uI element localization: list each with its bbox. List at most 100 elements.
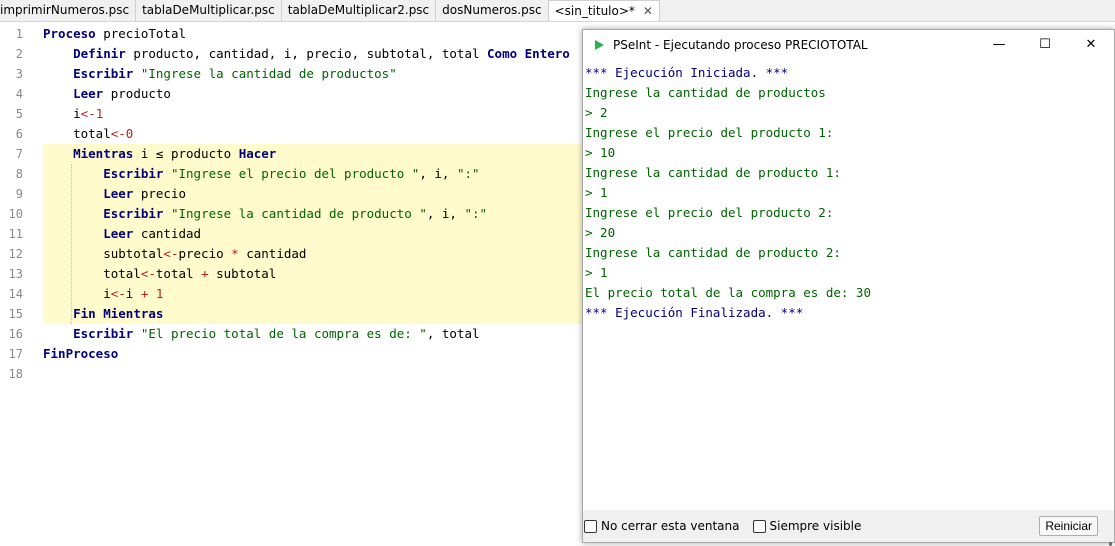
no-cerrar-label: No cerrar esta ventana [601, 519, 740, 533]
line-number: 6 [15, 127, 23, 141]
code-text: Escribir "Ingrese el precio del producto… [43, 164, 480, 184]
code-token: ":" [464, 206, 488, 221]
code-token: i ≤ producto [133, 146, 239, 161]
window-title: PSeInt - Ejecutando proceso PRECIOTOTAL [613, 37, 868, 52]
code-token: <- [163, 246, 179, 261]
code-text: total<-0 [43, 124, 133, 144]
code-text: i<-i + 1 [43, 284, 163, 304]
line-number: 16 [8, 327, 23, 341]
line-number: 18 [8, 367, 23, 381]
console-line: > 1 [585, 185, 608, 200]
code-text: Mientras i ≤ producto Hacer [43, 144, 276, 164]
code-token: + [201, 266, 209, 281]
code-token: <- [80, 106, 96, 121]
code-token: "Ingrese el precio del producto " [170, 166, 420, 181]
console-line: > 20 [585, 225, 616, 240]
code-token: "Ingrese la cantidad de producto " [170, 206, 427, 221]
code-text: i<-1 [43, 104, 103, 124]
line-number: 15 [8, 307, 23, 321]
code-token: total [43, 126, 111, 141]
code-token: subtotal [43, 246, 164, 261]
tab-label: tablaDeMultiplicar2.psc [287, 3, 430, 17]
code-token: Como Entero [487, 46, 570, 61]
tab-label: <sin_titulo>* [554, 4, 635, 18]
code-token: producto [103, 86, 171, 101]
code-token: precio [133, 186, 187, 201]
code-token: 0 [125, 126, 134, 141]
code-text: Escribir "El precio total de la compra e… [43, 324, 479, 344]
tab-sin-titulo[interactable]: <sin_titulo>* ✕ [548, 0, 660, 21]
code-token: total [155, 266, 202, 281]
code-token: 1 [95, 106, 104, 121]
checkbox-icon[interactable] [584, 519, 597, 533]
tab-dosnumeros[interactable]: dosNumeros.psc [436, 0, 549, 21]
line-number: 12 [8, 247, 23, 261]
code-token: i [43, 286, 111, 301]
line-number: 10 [8, 207, 23, 221]
tab-tabladmultiplicar2[interactable]: tablaDeMultiplicar2.psc [282, 0, 437, 21]
code-token: Escribir [103, 206, 164, 221]
console-line: > 1 [585, 265, 608, 280]
code-token: i [43, 106, 81, 121]
siempre-visible-checkbox[interactable]: Siempre visible [752, 519, 861, 533]
checkbox-icon[interactable] [752, 519, 766, 533]
code-token: cantidad [133, 226, 202, 241]
code-token: 1 [155, 286, 164, 301]
code-token: Leer [73, 86, 104, 101]
play-icon [595, 39, 604, 50]
line-number: 3 [15, 67, 23, 81]
console-line: Ingrese el precio del producto 1: [585, 125, 834, 140]
reiniciar-button[interactable]: Reiniciar [1039, 516, 1098, 536]
line-number: 1 [15, 27, 23, 41]
code-token: cantidad [238, 246, 307, 261]
code-token: , i, [426, 206, 465, 221]
tab-imprimirnumeros[interactable]: imprimirNumeros.psc [0, 0, 137, 21]
console-output[interactable]: *** Ejecución Iniciada. *** Ingrese la ca… [583, 59, 1114, 546]
close-icon[interactable]: ✕ [1068, 30, 1114, 59]
close-icon[interactable]: ✕ [643, 4, 653, 18]
maximize-icon[interactable]: ☐ [1022, 30, 1068, 59]
console-line: > 10 [585, 145, 616, 160]
line-number: 2 [15, 47, 23, 61]
tab-label: tablaDeMultiplicar.psc [142, 3, 275, 17]
code-text: Definir producto, cantidad, i, precio, s… [43, 44, 570, 64]
tab-label: dosNumeros.psc [442, 3, 542, 17]
code-token: i [125, 286, 141, 301]
line-number: 5 [15, 107, 23, 121]
code-token: Mientras [73, 146, 134, 161]
code-text: Escribir "Ingrese la cantidad de product… [43, 204, 487, 224]
code-token: subtotal [208, 266, 277, 281]
tab-tabladmultiplicar[interactable]: tablaDeMultiplicar.psc [136, 0, 282, 21]
line-number: 17 [8, 347, 23, 361]
window-titlebar[interactable]: PSeInt - Ejecutando proceso PRECIOTOTAL … [583, 30, 1114, 59]
code-token: ":" [456, 166, 480, 181]
line-number: 7 [15, 147, 23, 161]
console-line: > 2 [585, 105, 608, 120]
code-token: <- [110, 286, 126, 301]
line-number: 8 [15, 167, 23, 181]
code-token: precioTotal [95, 26, 186, 41]
code-token: precio [178, 246, 232, 261]
code-token: producto, cantidad, i, precio, subtotal,… [125, 46, 488, 61]
code-token: Proceso [43, 26, 96, 41]
code-text: FinProceso [43, 344, 118, 364]
code-token: <- [140, 266, 156, 281]
code-text: Leer producto [43, 84, 171, 104]
minimize-icon[interactable]: — [976, 30, 1022, 59]
no-cerrar-checkbox[interactable]: No cerrar esta ventana [584, 519, 740, 533]
console-line: Ingrese la cantidad de productos [585, 85, 826, 100]
code-text: Leer precio [43, 184, 186, 204]
console-footer: No cerrar esta ventana Siempre visible R… [583, 510, 1114, 542]
line-number: 11 [8, 227, 23, 241]
execution-window: PSeInt - Ejecutando proceso PRECIOTOTAL … [582, 29, 1115, 546]
